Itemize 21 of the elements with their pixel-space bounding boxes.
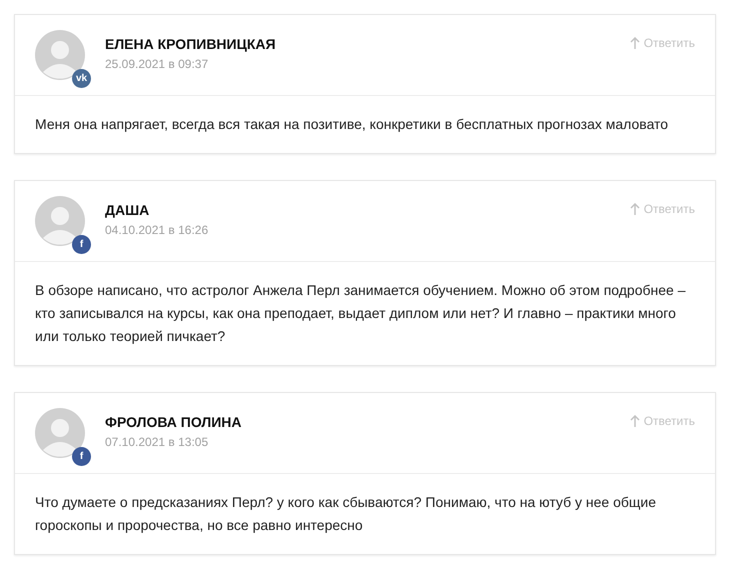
comment-text: Что думаете о предсказаниях Перл? у кого как сбываются? Понимаю, что на ютуб у нее общие гороскопы и пророчества, но все равно интересно [34, 493, 657, 535]
comment-text: Меня она напрягает, всегда вся такая на позитиве, конкретики в бесплатных прогнозах маловато [34, 115, 670, 134]
social-badge: f [72, 447, 91, 466]
comment-date: 07.10.2021 в 13:05 [105, 435, 210, 449]
reply-button[interactable]: Ответить [630, 202, 695, 216]
avatar-icon [35, 30, 85, 80]
social-badge: vk [72, 69, 91, 88]
comment-date: 04.10.2021 в 16:26 [105, 223, 210, 237]
author-name: ЕЛЕНА КРОПИВНИЦКАЯ [105, 36, 277, 52]
author-name: ФРОЛОВА ПОЛИНА [105, 414, 242, 430]
reply-button[interactable]: Ответить [630, 36, 695, 50]
avatar-icon [35, 408, 85, 458]
up-arrow-icon [630, 37, 640, 49]
up-arrow-icon [630, 203, 640, 215]
avatar-icon [35, 196, 85, 246]
reply-button[interactable]: Ответить [630, 414, 695, 428]
author-name: ДАША [105, 202, 150, 218]
up-arrow-icon [630, 415, 640, 427]
social-badge: f [72, 235, 91, 254]
comment-date: 25.09.2021 в 09:37 [105, 57, 210, 71]
comment-text: В обзоре написано, что астролог Анжела Перл занимается обучением. Можно об этом подробнее – кто записывался на курсы, как она преподает, выдает диплом или нет? И главно – практики много или только теорией пичкает? [34, 281, 686, 346]
